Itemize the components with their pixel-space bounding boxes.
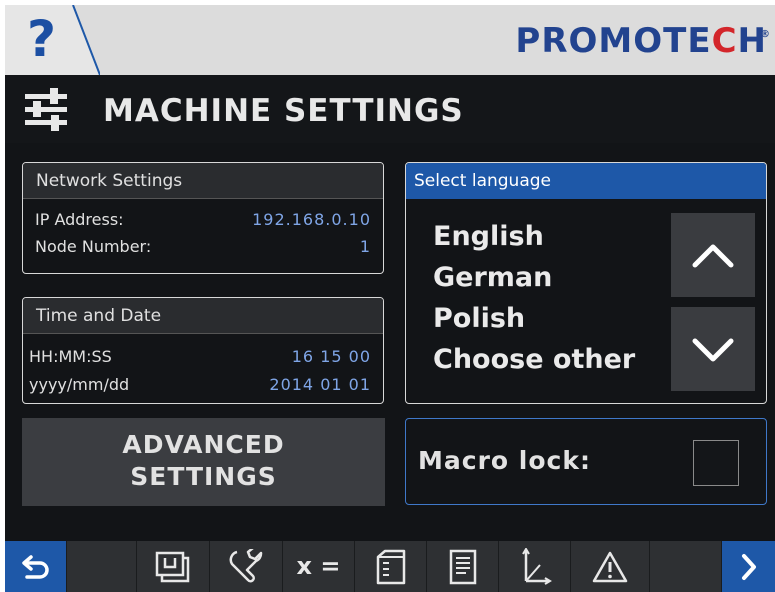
- macro-lock-label: Macro lock:: [418, 446, 591, 475]
- files-button[interactable]: [355, 541, 427, 592]
- scroll-down-button[interactable]: [671, 307, 755, 391]
- ip-address-row[interactable]: IP Address: 192.168.0.10: [35, 207, 371, 233]
- language-option-english[interactable]: English: [433, 220, 544, 254]
- bottom-toolbar: x =: [5, 541, 775, 592]
- back-icon: [21, 554, 49, 579]
- alarms-button[interactable]: [571, 541, 650, 592]
- report-button[interactable]: [427, 541, 499, 592]
- time-row[interactable]: HH:MM:SS 16 15 00: [29, 344, 371, 370]
- date-value[interactable]: 2014 01 01: [269, 372, 371, 398]
- promotech-logo: PROMOTECH ®: [515, 21, 770, 61]
- axis-button[interactable]: [499, 541, 571, 592]
- toolbar-blank-slot: [67, 541, 137, 592]
- wrench-icon: [229, 548, 263, 582]
- language-option-choose-other[interactable]: Choose other: [433, 343, 635, 377]
- page-title: MACHINE SETTINGS: [103, 93, 464, 129]
- date-format-label: yyyy/mm/dd: [29, 375, 130, 394]
- logo-accent-letter: C: [711, 21, 738, 61]
- scroll-up-button[interactable]: [671, 213, 755, 297]
- language-heading: Select language: [406, 163, 766, 199]
- ip-address-label: IP Address:: [35, 210, 124, 229]
- variables-button[interactable]: x =: [283, 541, 355, 592]
- language-panel: Select language English German Polish Ch…: [405, 162, 767, 404]
- time-date-heading: Time and Date: [23, 298, 383, 334]
- document-icon: [449, 549, 476, 584]
- sliders-icon: [25, 88, 67, 131]
- time-format-label: HH:MM:SS: [29, 347, 112, 366]
- back-button[interactable]: [5, 541, 67, 592]
- node-number-row[interactable]: Node Number: 1: [35, 234, 371, 260]
- axis-icon: [521, 547, 552, 585]
- time-date-panel: Time and Date HH:MM:SS 16 15 00 yyyy/mm/…: [22, 297, 384, 404]
- program-icon: [155, 551, 190, 582]
- title-bar: MACHINE SETTINGS: [5, 75, 775, 143]
- logo-text: PROMOTECH: [515, 21, 767, 61]
- date-row[interactable]: yyyy/mm/dd 2014 01 01: [29, 372, 371, 398]
- node-number-label: Node Number:: [35, 237, 152, 256]
- help-icon: ?: [27, 10, 57, 68]
- network-settings-heading: Network Settings: [23, 163, 383, 199]
- top-header: ? PROMOTECH ®: [5, 5, 775, 75]
- chevron-down-icon: [692, 338, 734, 362]
- advanced-settings-line1: ADVANCED: [122, 430, 285, 459]
- help-button[interactable]: ?: [5, 5, 100, 75]
- language-option-german[interactable]: German: [433, 261, 552, 295]
- advanced-settings-button[interactable]: ADVANCED SETTINGS: [22, 418, 385, 506]
- node-number-value[interactable]: 1: [360, 234, 371, 260]
- macro-lock-checkbox[interactable]: [693, 440, 739, 486]
- chevron-right-icon: [741, 553, 756, 580]
- service-button[interactable]: [210, 541, 283, 592]
- registered-mark: ®: [760, 29, 771, 40]
- program-button[interactable]: [137, 541, 210, 592]
- language-option-polish[interactable]: Polish: [433, 302, 525, 336]
- x-equals-icon: x =: [296, 552, 341, 580]
- time-value[interactable]: 16 15 00: [292, 344, 371, 370]
- folder-icon: [376, 549, 405, 584]
- machine-screen: ? PROMOTECH ® MACHINE SETTINGS Network S…: [5, 5, 775, 592]
- ip-address-value[interactable]: 192.168.0.10: [252, 207, 371, 233]
- next-page-button[interactable]: [722, 541, 775, 592]
- network-settings-panel: Network Settings IP Address: 192.168.0.1…: [22, 162, 384, 274]
- warning-icon: [592, 551, 628, 582]
- macro-lock-panel: Macro lock:: [405, 418, 767, 505]
- chevron-up-icon: [692, 244, 734, 268]
- toolbar-blank-slot-right: [650, 541, 722, 592]
- advanced-settings-line2: SETTINGS: [130, 462, 277, 491]
